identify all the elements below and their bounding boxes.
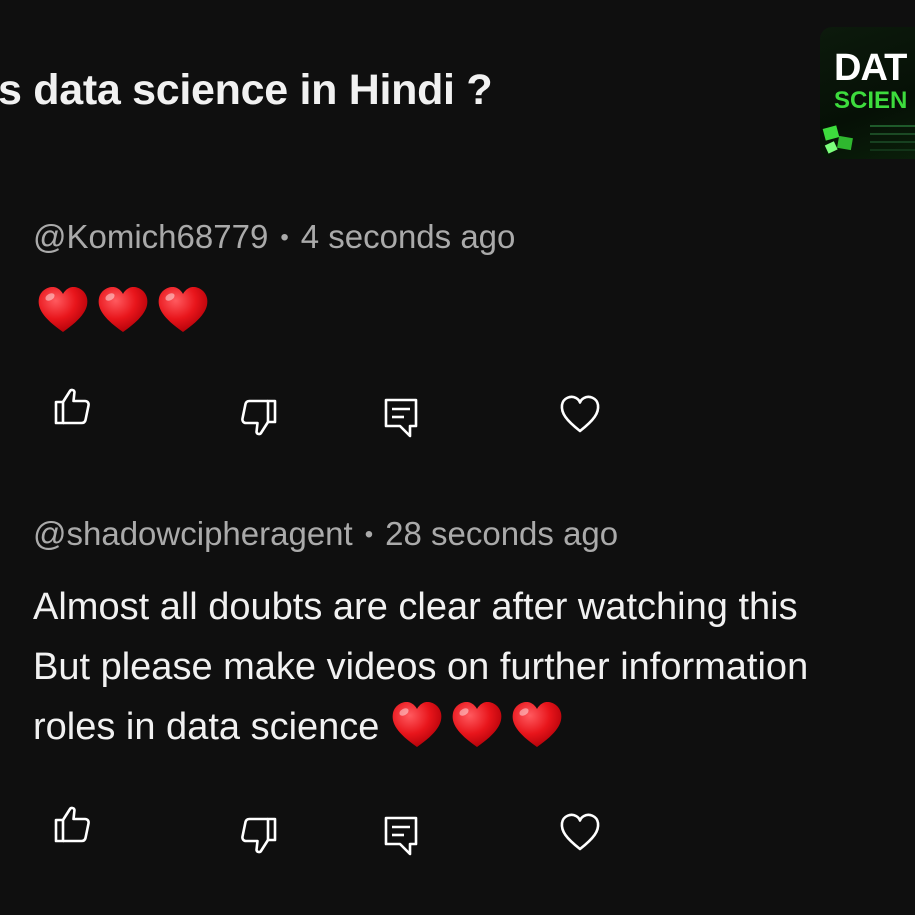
heart-emoji — [155, 282, 211, 338]
reply-button[interactable] — [380, 396, 424, 440]
dislike-button[interactable] — [237, 396, 281, 440]
heart-emoji — [95, 282, 151, 338]
thumbs-up-icon — [54, 806, 90, 843]
comment-text-line: Almost all doubts are clear after watchi… — [33, 586, 798, 628]
comment-header: @Komich68779 • 4 seconds ago — [33, 218, 515, 256]
heart-emoji — [449, 697, 505, 753]
comment-author[interactable]: @Komich68779 — [33, 218, 268, 255]
comment-text-line: But please make videos on further inform… — [33, 646, 809, 688]
thumbs-down-icon — [241, 399, 277, 436]
comment-text — [35, 282, 211, 338]
comment-timestamp: 4 seconds ago — [300, 218, 516, 255]
like-button[interactable] — [50, 384, 94, 428]
emoji-group — [389, 697, 565, 753]
meta-separator: • — [364, 521, 374, 548]
reply-icon — [384, 816, 418, 856]
thumbnail-title-line2: SCIEN — [834, 87, 908, 114]
heart-button[interactable] — [558, 810, 602, 854]
dislike-button[interactable] — [237, 814, 281, 858]
reply-icon — [384, 398, 418, 438]
thumbs-up-icon — [54, 388, 90, 425]
thumbnail-title-line1: DAT — [834, 47, 907, 89]
heart-emoji — [35, 282, 91, 338]
video-title[interactable]: s data science in Hindi ? — [0, 66, 493, 115]
comment-author[interactable]: @shadowcipheragent — [33, 515, 353, 552]
comment-header: @shadowcipheragent • 28 seconds ago — [33, 515, 618, 553]
thumbs-down-icon — [241, 817, 277, 854]
heart-emoji — [389, 697, 445, 753]
video-thumbnail[interactable]: DAT SCIEN — [820, 27, 915, 159]
heart-button[interactable] — [558, 392, 602, 436]
heart-emoji — [509, 697, 565, 753]
comment-timestamp: 28 seconds ago — [385, 515, 619, 552]
reply-button[interactable] — [380, 814, 424, 858]
like-button[interactable] — [50, 802, 94, 846]
thumbnail-art-icon — [822, 125, 853, 154]
heart-icon — [560, 395, 600, 433]
comment-text-line: roles in data science — [33, 706, 380, 748]
thumbnail-code-lines — [870, 125, 915, 127]
comment-text: Almost all doubts are clear after watchi… — [33, 577, 808, 757]
comment-text-line-with-emoji: roles in data science — [33, 697, 808, 757]
heart-icon — [560, 813, 600, 851]
meta-separator: • — [280, 224, 289, 251]
